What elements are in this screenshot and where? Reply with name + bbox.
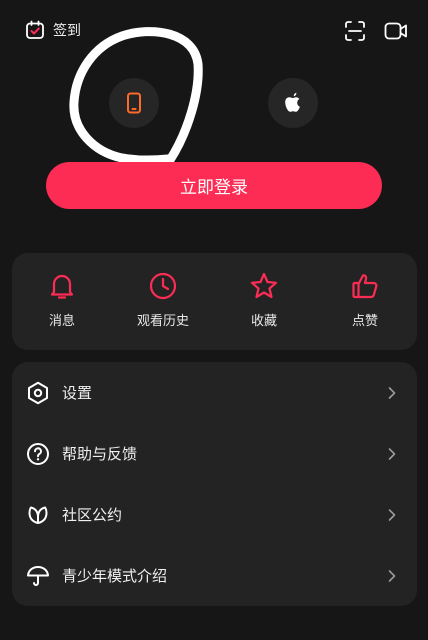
menu-item-label: 社区公约 xyxy=(62,506,123,524)
question-circle-icon xyxy=(26,442,50,466)
likes-action[interactable]: 点赞 xyxy=(315,271,415,329)
scan-icon[interactable] xyxy=(344,20,366,42)
bell-icon xyxy=(50,274,74,299)
video-camera-icon[interactable] xyxy=(384,20,408,42)
favorites-label: 收藏 xyxy=(250,314,277,329)
settings-hexagon-icon xyxy=(26,381,50,405)
phone-icon xyxy=(127,92,141,114)
profile-screen: 签到 立即登录 消息 观看历史 收藏 点赞 设置 帮助与反馈 社区公约 青少年模… xyxy=(0,0,428,640)
chevron-right-icon xyxy=(388,508,396,521)
thumbs-up-icon xyxy=(352,274,378,299)
quick-actions-card: 消息 观看历史 收藏 点赞 xyxy=(12,253,417,350)
phone-login-button[interactable] xyxy=(109,78,159,128)
watch-history-label: 观看历史 xyxy=(136,314,189,329)
apple-login-button[interactable] xyxy=(268,78,318,128)
clock-icon xyxy=(149,272,177,300)
settings-menu-card: 设置 帮助与反馈 社区公约 青少年模式介绍 xyxy=(12,362,417,606)
watch-history-action[interactable]: 观看历史 xyxy=(113,271,213,329)
messages-label: 消息 xyxy=(48,314,75,329)
menu-item-settings[interactable]: 设置 xyxy=(12,362,417,423)
menu-item-community-guidelines[interactable]: 社区公约 xyxy=(12,484,417,545)
login-now-button[interactable]: 立即登录 xyxy=(46,162,382,209)
top-bar: 签到 xyxy=(0,18,428,46)
menu-item-teen-mode[interactable]: 青少年模式介绍 xyxy=(12,545,417,606)
checkin-button[interactable]: 签到 xyxy=(25,20,81,40)
star-icon xyxy=(250,272,278,299)
calendar-check-icon xyxy=(26,20,44,39)
messages-action[interactable]: 消息 xyxy=(12,271,112,329)
favorites-action[interactable]: 收藏 xyxy=(214,271,314,329)
likes-label: 点赞 xyxy=(351,314,378,329)
chevron-right-icon xyxy=(388,447,396,460)
checkin-label: 签到 xyxy=(53,23,81,39)
leaf-icon xyxy=(26,503,50,527)
chevron-right-icon xyxy=(388,386,396,399)
chevron-right-icon xyxy=(388,569,396,582)
umbrella-icon xyxy=(26,564,50,588)
menu-item-label: 设置 xyxy=(62,384,93,402)
menu-item-label: 帮助与反馈 xyxy=(62,445,138,463)
menu-item-help-feedback[interactable]: 帮助与反馈 xyxy=(12,423,417,484)
menu-item-label: 青少年模式介绍 xyxy=(62,567,168,585)
apple-icon xyxy=(285,92,300,112)
